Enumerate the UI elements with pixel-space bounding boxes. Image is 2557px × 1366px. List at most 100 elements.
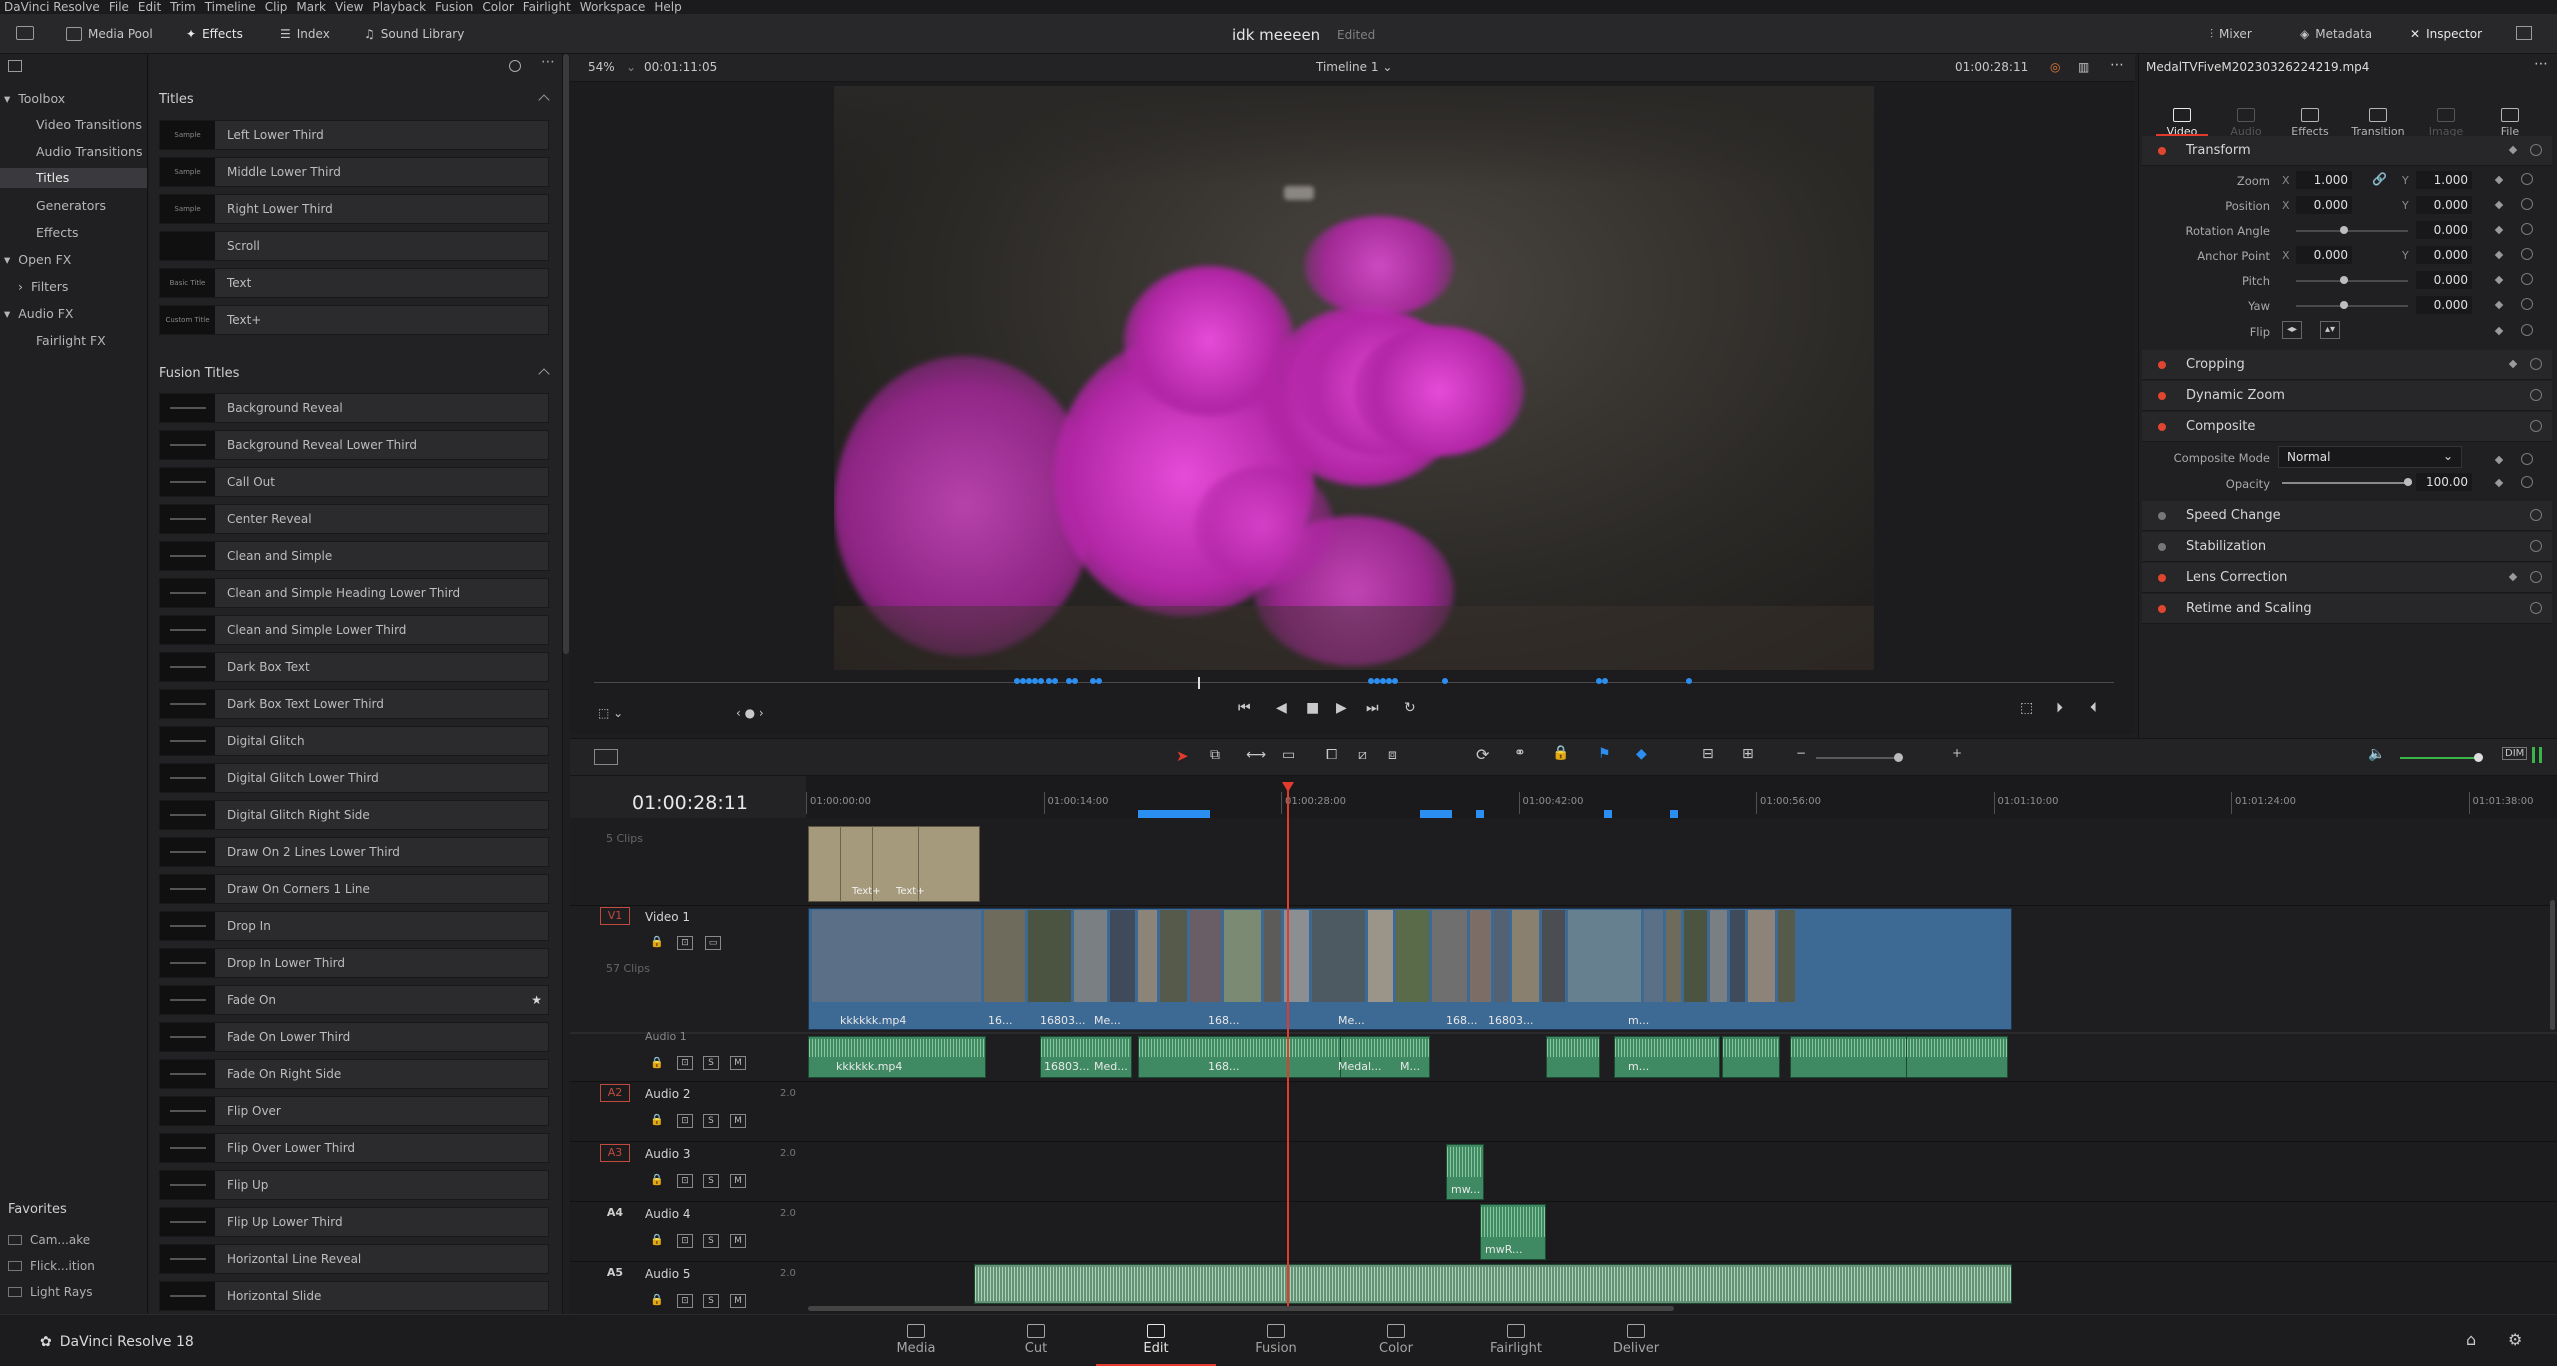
- menu-item-11[interactable]: Fairlight: [523, 0, 580, 14]
- enable-dot-icon[interactable]: [2158, 392, 2166, 400]
- timeline-marker[interactable]: [1170, 810, 1178, 818]
- color-picker-icon[interactable]: ◎: [2050, 60, 2060, 74]
- menu-item-13[interactable]: Help: [654, 0, 690, 14]
- enable-dot-icon[interactable]: [2158, 605, 2166, 613]
- fusion-title-item[interactable]: Dark Box Text: [159, 652, 549, 682]
- keyframe-icon[interactable]: [2508, 145, 2518, 155]
- zoom-level[interactable]: 54%: [588, 60, 615, 74]
- tree-effects[interactable]: Effects: [36, 225, 79, 240]
- menu-item-0[interactable]: DaVinci Resolve: [0, 0, 109, 14]
- position-lock-icon[interactable]: 🔒: [1552, 745, 1569, 761]
- inspector-options-icon[interactable]: ⋯: [2534, 56, 2548, 72]
- a1-track-name[interactable]: Audio 1: [645, 1030, 687, 1043]
- menu-item-10[interactable]: Color: [482, 0, 522, 14]
- reset-icon[interactable]: [2530, 509, 2542, 521]
- dim-button[interactable]: DIM: [2502, 747, 2528, 760]
- mute-icon[interactable]: M: [730, 1174, 746, 1188]
- stop-icon[interactable]: ■: [1306, 700, 1319, 716]
- fusion-title-item[interactable]: Clean and Simple Lower Third: [159, 615, 549, 645]
- timeline-marker[interactable]: [1670, 810, 1678, 818]
- favorite-item[interactable]: Flick...ition: [8, 1259, 95, 1273]
- mute-icon[interactable]: M: [730, 1234, 746, 1248]
- reset-icon[interactable]: [2521, 324, 2533, 336]
- enable-dot-icon[interactable]: [2158, 512, 2166, 520]
- fusion-title-item[interactable]: Call Out: [159, 467, 549, 497]
- retime-scaling-section[interactable]: Retime and Scaling: [2142, 594, 2552, 624]
- opacity-field[interactable]: 100.00: [2416, 473, 2472, 491]
- page-tab-cut[interactable]: Cut: [976, 1320, 1096, 1364]
- a2-track-tag[interactable]: A2: [600, 1084, 630, 1102]
- favorite-item[interactable]: Light Rays: [8, 1285, 93, 1299]
- a4-track-name[interactable]: Audio 4: [645, 1207, 691, 1221]
- lock-icon[interactable]: 🔒: [650, 1113, 664, 1126]
- inspector-button[interactable]: ✕ Inspector: [2410, 24, 2482, 44]
- menu-item-2[interactable]: Edit: [138, 0, 170, 14]
- audio-clip[interactable]: mw...: [1446, 1144, 1484, 1200]
- reset-icon[interactable]: [2521, 298, 2533, 310]
- menu-item-1[interactable]: File: [109, 0, 138, 14]
- audio-clip[interactable]: mwR...: [1480, 1204, 1546, 1260]
- stabilization-section[interactable]: Stabilization: [2142, 532, 2552, 562]
- a3-track-name[interactable]: Audio 3: [645, 1147, 691, 1161]
- tree-audio-fx[interactable]: ▾ Audio FX: [4, 306, 74, 321]
- marker-icon[interactable]: ◆: [1636, 746, 1647, 762]
- more-options-icon[interactable]: ⋯: [541, 54, 555, 70]
- timeline-marker[interactable]: [1154, 810, 1162, 818]
- menu-item-8[interactable]: Playback: [372, 0, 435, 14]
- fusion-title-item[interactable]: Background Reveal Lower Third: [159, 430, 549, 460]
- play-icon[interactable]: ▶: [1336, 700, 1347, 716]
- reset-icon[interactable]: [2530, 420, 2542, 432]
- rotation-slider-knob[interactable]: [2340, 226, 2348, 234]
- menu-item-5[interactable]: Clip: [265, 0, 297, 14]
- insert-clip-icon[interactable]: ⧠: [1326, 747, 1337, 763]
- transform-overlay-icon[interactable]: ⬚ ⌄: [598, 706, 623, 720]
- timeline-zoom-knob[interactable]: [1894, 753, 1903, 762]
- lock-icon[interactable]: 🔒: [650, 935, 664, 948]
- reset-icon[interactable]: [2521, 476, 2533, 488]
- timeline-marker[interactable]: [1146, 810, 1154, 818]
- yaw-field[interactable]: 0.000: [2416, 296, 2472, 314]
- viewer-scrubber-handle[interactable]: [1198, 677, 1200, 689]
- page-tab-fusion[interactable]: Fusion: [1216, 1320, 1336, 1364]
- timeline-marker[interactable]: [1202, 810, 1210, 818]
- reset-icon[interactable]: [2521, 453, 2533, 465]
- zoom-full-icon[interactable]: ⊟: [1702, 746, 1714, 762]
- fusion-title-item[interactable]: Digital Glitch Lower Third: [159, 763, 549, 793]
- title-item[interactable]: Custom Title Text+: [159, 305, 549, 335]
- tree-filters[interactable]: › Filters: [18, 279, 68, 294]
- tree-generators[interactable]: Generators: [36, 198, 106, 213]
- fusion-title-item[interactable]: Clean and Simple: [159, 541, 549, 571]
- zoom-dropdown-icon[interactable]: ⌄: [626, 60, 636, 74]
- audio-clip[interactable]: [974, 1264, 2012, 1304]
- timeline-marker[interactable]: [1604, 810, 1612, 818]
- go-to-start-icon[interactable]: ⏮: [1238, 700, 1251, 716]
- viewer-layout-icon[interactable]: ▥: [2078, 60, 2089, 74]
- timeline-zoom-slider[interactable]: [1816, 757, 1902, 759]
- master-volume-slider[interactable]: [2400, 757, 2480, 759]
- timeline-marker[interactable]: [1476, 810, 1484, 818]
- sidebar-toggle-icon[interactable]: [8, 60, 22, 72]
- audio-clip[interactable]: [1138, 1036, 1348, 1078]
- reset-icon[interactable]: [2521, 273, 2533, 285]
- tab-effects[interactable]: Effects: [2280, 108, 2340, 138]
- lens-correction-section[interactable]: Lens Correction: [2142, 563, 2552, 593]
- a5-track-name[interactable]: Audio 5: [645, 1267, 691, 1281]
- timeline-marker[interactable]: [1162, 810, 1170, 818]
- lock-icon[interactable]: 🔒: [650, 1233, 664, 1246]
- keyframe-icon[interactable]: [2508, 572, 2518, 582]
- clip-nav-icon[interactable]: ‹ ● ›: [736, 706, 764, 720]
- reset-icon[interactable]: [2530, 571, 2542, 583]
- composite-section[interactable]: Composite: [2142, 412, 2552, 442]
- tree-toolbox[interactable]: ▾ Toolbox: [4, 91, 65, 106]
- zoom-detail-icon[interactable]: ⊞: [1742, 746, 1754, 762]
- tab-file[interactable]: File: [2480, 108, 2540, 138]
- prev-edit-icon[interactable]: ⏴: [2090, 700, 2097, 716]
- fusion-title-item[interactable]: Fade On Right Side: [159, 1059, 549, 1089]
- settings-icon[interactable]: ⚙: [2508, 1330, 2522, 1349]
- menu-item-9[interactable]: Fusion: [435, 0, 482, 14]
- anchor-y-field[interactable]: 0.000: [2416, 246, 2472, 264]
- volume-icon[interactable]: 🔈: [2368, 746, 2385, 762]
- play-reverse-icon[interactable]: ◀: [1276, 700, 1287, 716]
- monitor-icon[interactable]: [16, 26, 34, 40]
- next-edit-icon[interactable]: ⏵: [2056, 700, 2063, 716]
